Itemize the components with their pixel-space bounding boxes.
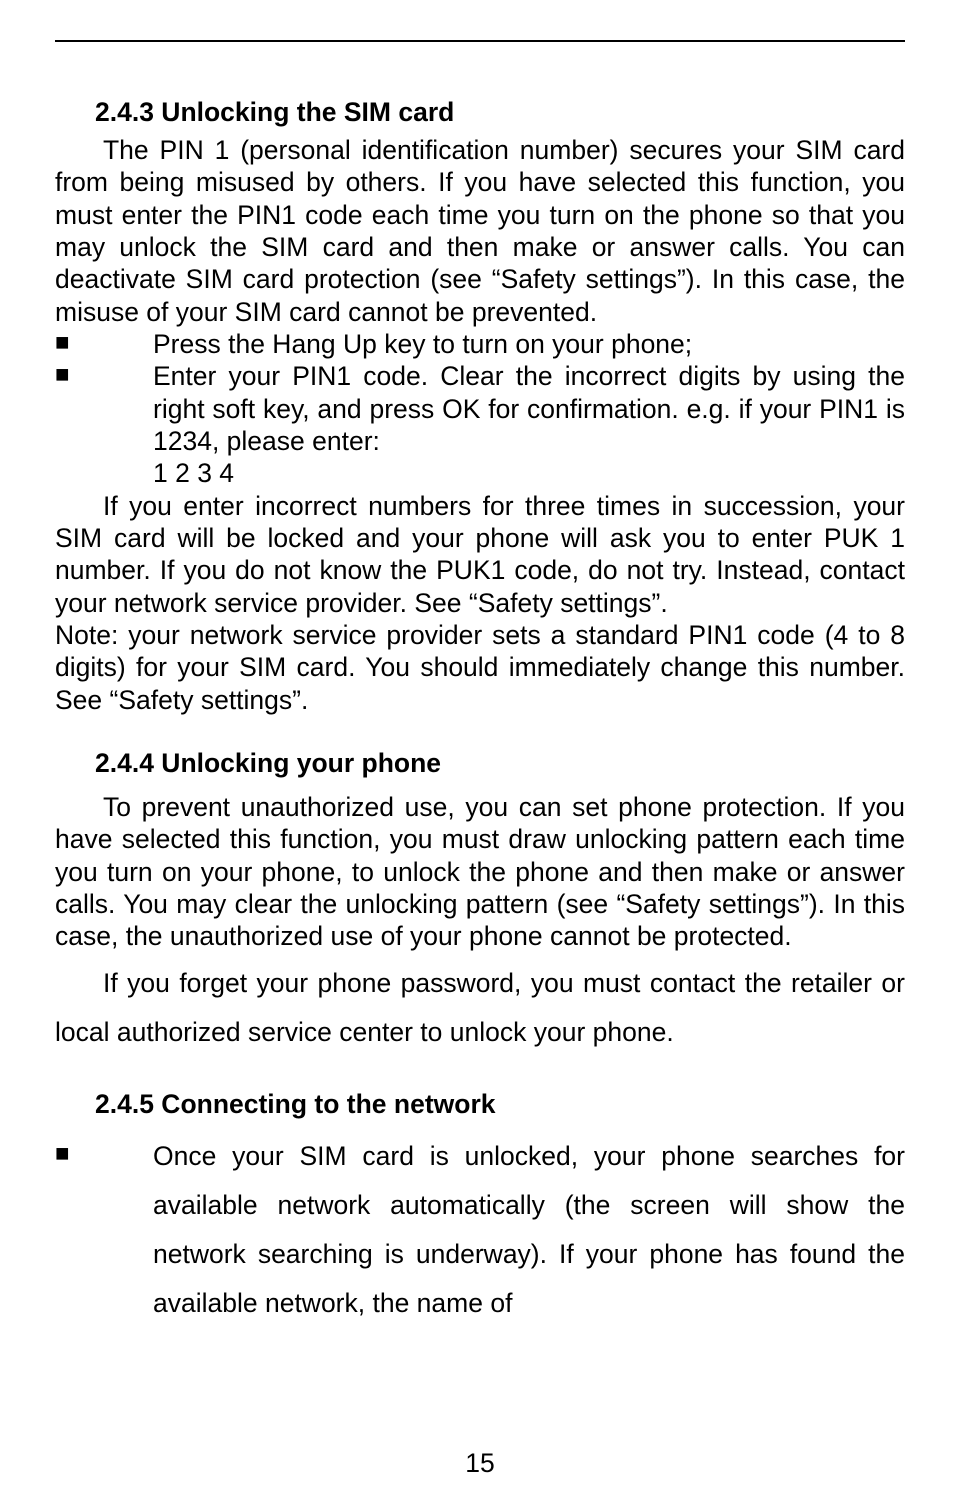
para-244-1: To prevent unauthorized use, you can set…	[55, 791, 905, 953]
para-244-2: If you forget your phone password, you m…	[55, 959, 905, 1057]
heading-243: 2.4.3 Unlocking the SIM card	[55, 97, 905, 128]
para-243-2: If you enter incorrect numbers for three…	[55, 490, 905, 619]
para-243-1: The PIN 1 (personal identification numbe…	[55, 134, 905, 328]
bullet-243-2: Enter your PIN1 code. Clear the incorrec…	[55, 360, 905, 457]
page-number: 15	[0, 1448, 960, 1479]
bullet-243-1: Press the Hang Up key to turn on your ph…	[55, 328, 905, 360]
bullet-243-2-example: 1 2 3 4	[55, 457, 905, 489]
top-rule	[55, 40, 905, 42]
heading-244: 2.4.4 Unlocking your phone	[55, 748, 905, 779]
manual-page: 2.4.3 Unlocking the SIM card The PIN 1 (…	[0, 0, 960, 1491]
bullet-list-243: Press the Hang Up key to turn on your ph…	[55, 328, 905, 457]
bullet-245-1: Once your SIM card is unlocked, your pho…	[55, 1132, 905, 1328]
heading-245: 2.4.5 Connecting to the network	[55, 1089, 905, 1120]
note-243: Note: your network service provider sets…	[55, 619, 905, 716]
bullet-list-245: Once your SIM card is unlocked, your pho…	[55, 1132, 905, 1328]
